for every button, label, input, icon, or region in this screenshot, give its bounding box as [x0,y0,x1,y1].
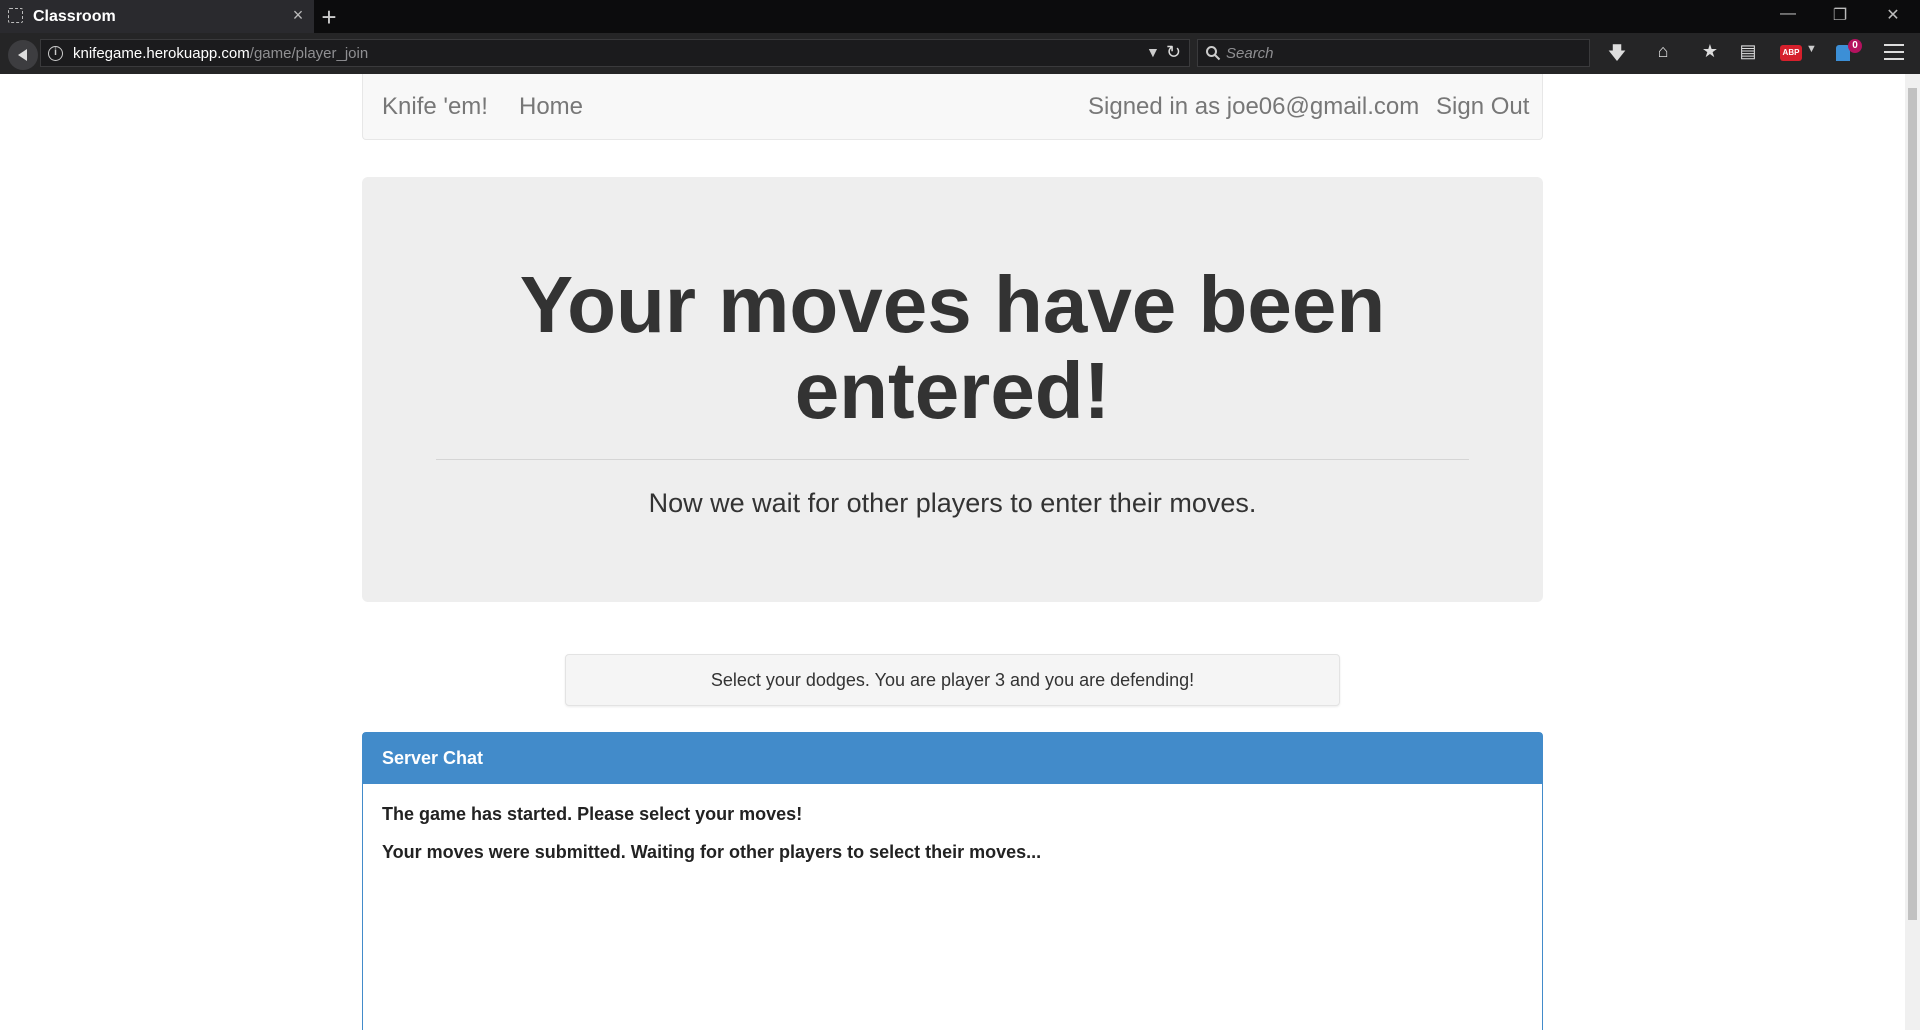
adblock-plus-icon[interactable]: ABP [1780,45,1802,61]
divider [436,459,1469,460]
hamburger-menu-icon[interactable] [1884,44,1904,65]
chat-message: The game has started. Please select your… [382,804,803,824]
moves-entered-jumbotron: Your moves have been entered! Now we wai… [362,177,1543,602]
browser-tab[interactable]: Classroom × [0,0,314,33]
url-host: knifegame.herokuapp.com [73,45,250,62]
back-arrow-icon [18,49,27,61]
reload-icon[interactable]: ↻ [1166,42,1181,63]
title-line-2: entered! [794,346,1111,435]
url-path: /game/player_join [249,45,369,62]
sign-out-link[interactable]: Sign Out [1436,93,1529,121]
page-title: Your moves have been entered! [362,262,1543,434]
bookmark-star-icon[interactable]: ★ [1698,41,1722,62]
close-tab-icon[interactable]: × [289,5,307,26]
home-link[interactable]: Home [519,93,583,121]
close-window-icon[interactable]: ✕ [1882,5,1904,25]
signed-in-label: Signed in as joe06@gmail.com [1088,93,1420,120]
minimize-window-icon[interactable]: — [1777,5,1799,23]
page-scrollbar[interactable] [1905,74,1920,1030]
scrollbar-thumb[interactable] [1908,88,1917,920]
restore-window-icon[interactable]: ❐ [1829,5,1851,25]
server-chat-panel: Server Chat The game has started. Please… [362,732,1543,1030]
search-icon [1206,46,1221,61]
brand-link[interactable]: Knife 'em! [382,93,488,121]
site-info-icon[interactable]: i [48,46,63,61]
page-favicon-icon [8,8,23,23]
download-icon[interactable]: 🡇 [1605,41,1629,71]
search-placeholder: Search [1226,45,1274,62]
extension-badge: 0 [1848,39,1862,53]
url-history-dropdown-icon[interactable]: ▼ [1146,44,1160,60]
url-text: knifegame.herokuapp.com/game/player_join [73,45,368,62]
reading-list-icon[interactable]: ▤ [1736,41,1760,62]
browser-toolbar: i knifegame.herokuapp.com/game/player_jo… [0,33,1920,74]
url-bar[interactable]: i knifegame.herokuapp.com/game/player_jo… [40,39,1190,67]
site-navbar: Knife 'em! Home Signed in as joe06@gmail… [362,74,1543,140]
status-message: Select your dodges. You are player 3 and… [565,654,1340,706]
back-button[interactable] [8,40,38,70]
browser-tab-bar: Classroom × + — ❐ ✕ [0,0,1920,33]
adblock-menu-chevron-icon[interactable]: ▼ [1806,43,1817,55]
jumbotron-subtitle: Now we wait for other players to enter t… [648,488,1257,518]
chat-heading: Server Chat [363,733,1542,784]
home-icon[interactable]: ⌂ [1651,41,1675,62]
tab-title: Classroom [33,8,116,25]
chat-message: Your moves were submitted. Waiting for o… [382,842,1042,862]
title-line-1: Your moves have been [519,260,1386,349]
search-bar[interactable]: Search [1197,39,1590,67]
new-tab-icon[interactable]: + [318,2,340,33]
